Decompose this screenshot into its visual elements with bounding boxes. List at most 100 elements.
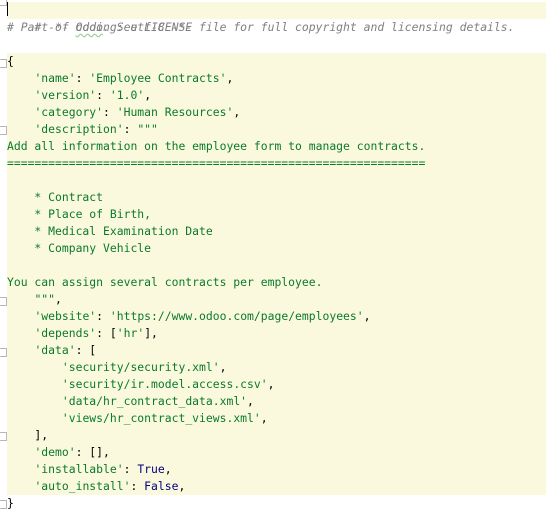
code-line[interactable]: 'depends': ['hr'], — [7, 325, 546, 342]
code-line-blank[interactable] — [7, 36, 546, 53]
fold-marker-icon[interactable] — [0, 432, 7, 441]
code-line[interactable]: 'category': 'Human Resources', — [7, 104, 546, 121]
punct-token: , — [260, 411, 268, 425]
punct-token: , — [363, 309, 371, 323]
fold-marker-icon[interactable] — [0, 59, 7, 68]
key-token: 'name' — [34, 71, 76, 85]
code-line[interactable]: * Company Vehicle — [7, 240, 546, 257]
code-line-blank[interactable] — [7, 257, 546, 274]
fold-marker-icon[interactable] — [0, 500, 7, 509]
separator-token: : — [103, 105, 117, 119]
code-line[interactable]: 'description': """ — [7, 121, 546, 138]
code-line[interactable]: { — [7, 53, 546, 70]
punct-token: , — [247, 394, 254, 408]
fold-marker-icon[interactable] — [0, 297, 7, 306]
punct-token: , — [219, 360, 227, 374]
code-line[interactable]: # Part of Odoo. See LICENSE file for ful… — [7, 19, 546, 36]
punct-token: , — [55, 292, 62, 306]
code-line[interactable]: 'version': '1.0', — [7, 87, 546, 104]
string-token: ========================================… — [7, 156, 426, 170]
keyword-token: True — [137, 462, 165, 476]
separator-token: : — [123, 122, 138, 136]
value-token: 'data/hr_contract_data.xml' — [61, 394, 248, 408]
code-line[interactable]: 'demo': [], — [7, 444, 546, 461]
spellcheck-word: Odoo — [75, 20, 104, 34]
code-line[interactable]: """, — [7, 291, 546, 308]
code-line-blank[interactable] — [7, 172, 546, 189]
code-line[interactable]: 'data/hr_contract_data.xml', — [7, 393, 546, 410]
separator-token: : [], — [75, 445, 110, 459]
key-token: 'website' — [34, 309, 97, 323]
string-token: * Medical Examination Date — [7, 224, 213, 238]
key-token: 'demo' — [34, 445, 76, 459]
code-line[interactable]: 'views/hr_contract_views.xml', — [7, 410, 546, 427]
value-token: 'Employee Contracts' — [89, 71, 227, 85]
punct-token: ], — [144, 326, 158, 340]
code-line[interactable]: 'installable': True, — [7, 461, 546, 478]
string-token: * Company Vehicle — [7, 241, 152, 255]
separator-token: : [ — [96, 326, 117, 340]
code-token: ], — [7, 428, 49, 442]
value-token: 'hr' — [116, 326, 145, 340]
value-token: 'Human Resources' — [116, 105, 234, 119]
key-token: 'version' — [34, 88, 97, 102]
value-token: 'views/hr_contract_views.xml' — [61, 411, 261, 425]
key-token: 'data' — [34, 343, 76, 357]
separator-token: : — [96, 309, 110, 323]
value-token: 'https://www.odoo.com/page/employees' — [109, 309, 364, 323]
value-token: '1.0' — [109, 88, 145, 102]
code-line[interactable]: * Medical Examination Date — [7, 223, 546, 240]
code-line[interactable]: 'security/security.xml', — [7, 359, 546, 376]
code-line[interactable]: Add all information on the employee form… — [7, 138, 546, 155]
punct-token: , — [178, 479, 186, 493]
code-line[interactable]: } — [7, 495, 546, 512]
code-line[interactable]: * Contract — [7, 189, 546, 206]
punct-token: , — [233, 105, 241, 119]
code-line[interactable]: # -*- coding: utf-8 -*- — [7, 2, 546, 34]
keyword-token: False — [144, 479, 179, 493]
code-line[interactable]: 'website': 'https://www.odoo.com/page/em… — [7, 308, 546, 325]
separator-token: : — [75, 71, 90, 85]
value-token: """ — [34, 292, 56, 306]
code-editor[interactable]: # -*- coding: utf-8 -*- # Part of Odoo. … — [0, 0, 546, 515]
code-line[interactable]: 'security/ir.model.access.csv', — [7, 376, 546, 393]
fold-marker-icon[interactable] — [0, 126, 7, 135]
punct-token: , — [144, 88, 152, 102]
fold-marker-icon[interactable] — [0, 0, 7, 6]
key-token: 'depends' — [34, 326, 97, 340]
punct-token: , — [267, 377, 275, 391]
string-token: You can assign several contracts per emp… — [7, 275, 323, 289]
code-line[interactable]: 'name': 'Employee Contracts', — [7, 70, 546, 87]
code-line[interactable]: 'auto_install': False, — [7, 478, 546, 495]
value-token: """ — [137, 122, 158, 136]
string-token: Add all information on the employee form… — [7, 139, 426, 153]
value-token: 'security/security.xml' — [61, 360, 220, 374]
value-token: 'security/ir.model.access.csv' — [61, 377, 268, 391]
code-line[interactable]: * Place of Birth, — [7, 206, 546, 223]
code-line[interactable]: ========================================… — [7, 155, 546, 172]
code-line[interactable]: ], — [7, 427, 546, 444]
key-token: 'installable' — [34, 462, 124, 476]
string-token: * Place of Birth, — [7, 207, 152, 221]
punct-token: , — [226, 71, 234, 85]
string-token: * Contract — [7, 190, 104, 204]
key-token: 'category' — [34, 105, 104, 119]
comment-token: # Part of — [7, 20, 76, 34]
fold-marker-icon[interactable] — [0, 348, 7, 357]
separator-token: : — [130, 479, 145, 493]
code-line[interactable]: 'data': [ — [7, 342, 546, 359]
code-line[interactable]: You can assign several contracts per emp… — [7, 274, 546, 291]
